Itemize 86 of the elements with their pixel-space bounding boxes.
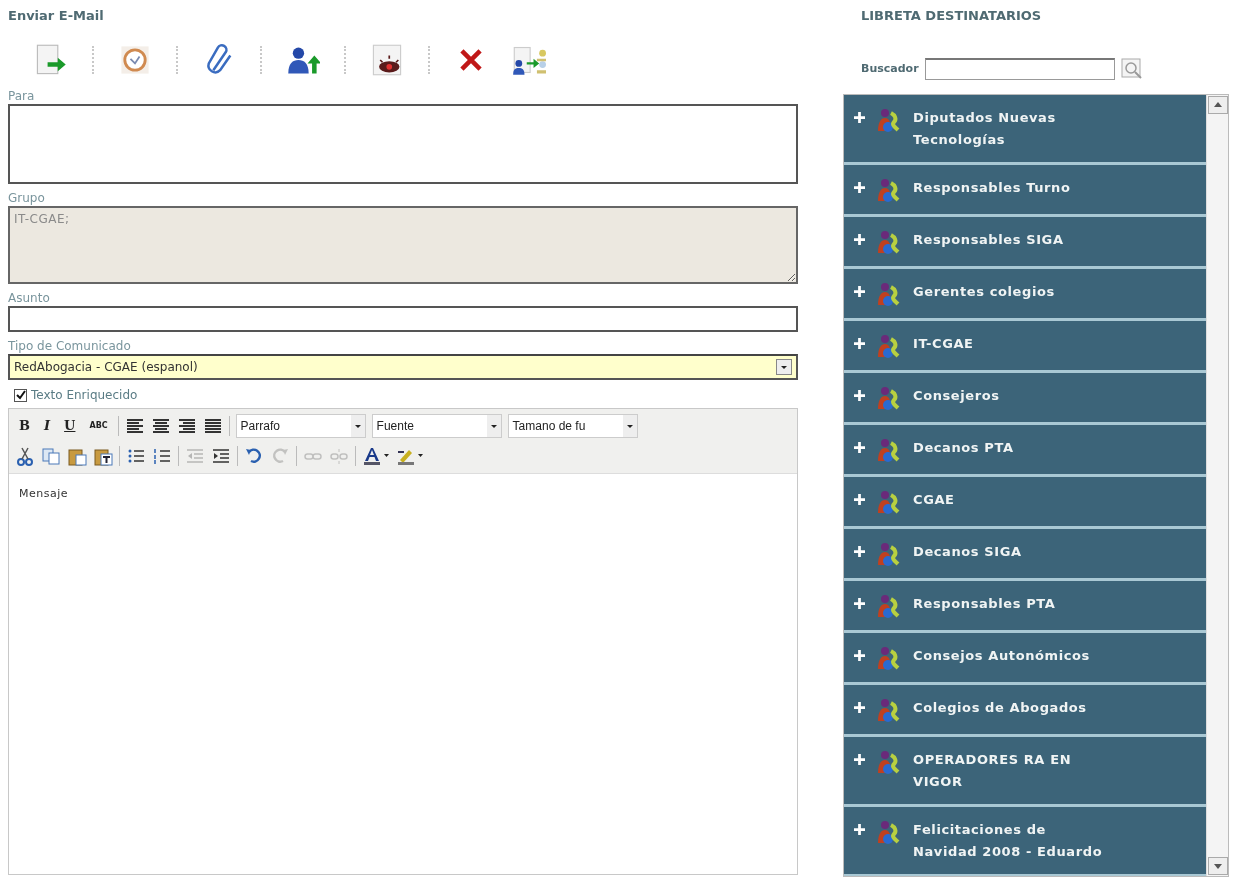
group-item[interactable]: Felicitaciones de Navidad 2008 - Eduardo [844, 807, 1206, 876]
align-left-icon[interactable] [124, 416, 145, 436]
expand-icon[interactable] [854, 390, 865, 401]
clipboard-icon[interactable] [67, 446, 87, 466]
copy-icon[interactable] [41, 446, 61, 466]
clipboard-text-icon[interactable] [93, 446, 113, 466]
caret-icon[interactable] [625, 422, 634, 430]
message-text[interactable]: Mensaje [19, 487, 69, 500]
group-item[interactable]: Responsables SIGA [844, 217, 1206, 269]
strikethrough-button[interactable]: ABC [85, 420, 112, 432]
bold-button[interactable]: B [15, 416, 34, 436]
group-item[interactable]: CGAE [844, 477, 1206, 529]
undo-icon[interactable] [244, 446, 264, 466]
expand-icon[interactable] [854, 112, 865, 123]
italic-button[interactable]: I [40, 416, 55, 436]
align-right-icon[interactable] [176, 416, 197, 436]
expand-icon[interactable] [854, 824, 865, 835]
people-icon [875, 541, 901, 567]
page-arrow-icon[interactable] [34, 43, 68, 77]
scissors-icon[interactable] [15, 446, 35, 466]
subject-field[interactable] [8, 306, 798, 332]
people-icon [875, 489, 901, 515]
to-field[interactable] [8, 104, 798, 184]
people-icon [875, 107, 901, 133]
people-icon [875, 333, 901, 359]
scroll-down-icon[interactable] [1208, 857, 1228, 875]
field-label: Para [8, 88, 36, 104]
expand-icon[interactable] [854, 546, 865, 557]
paragraph-dropdown[interactable]: Parrafo [235, 414, 366, 438]
expand-icon[interactable] [854, 442, 865, 453]
people-icon [875, 645, 901, 671]
expand-icon[interactable] [854, 754, 865, 765]
field-label: Tipo de Comunicado [8, 338, 132, 354]
search-label: Buscador [861, 60, 919, 77]
group-item[interactable]: Diputados Nuevas Tecnologías [844, 95, 1206, 165]
people-icon [875, 819, 901, 845]
expand-icon[interactable] [854, 338, 865, 349]
panel-title: LIBRETA DESTINATARIOS [861, 7, 1043, 25]
expand-icon[interactable] [854, 234, 865, 245]
search-field[interactable] [924, 58, 1115, 80]
people-icon [875, 593, 901, 619]
caret-icon[interactable] [353, 422, 362, 430]
clock-icon[interactable] [118, 43, 152, 77]
group-item[interactable]: Responsables PTA [844, 581, 1206, 633]
text-color-icon[interactable] [362, 446, 390, 466]
type-select[interactable]: RedAbogacia - CGAE (espanol) [8, 354, 798, 380]
field-label: Grupo [8, 190, 46, 206]
group-item[interactable]: Decanos PTA [844, 425, 1206, 477]
indent-icon[interactable] [211, 446, 231, 466]
people-icon [875, 749, 901, 775]
numbered-list-icon[interactable] [152, 446, 172, 466]
group-item[interactable]: OPERADORES RA EN VIGOR [844, 737, 1206, 807]
people-icon [875, 177, 901, 203]
align-justify-icon[interactable] [202, 416, 223, 436]
eye-icon[interactable] [370, 43, 404, 77]
expand-icon[interactable] [854, 650, 865, 661]
group-item[interactable]: Decanos SIGA [844, 529, 1206, 581]
group-item[interactable]: Colegios de Abogados [844, 685, 1206, 737]
field-label: Asunto [8, 290, 51, 306]
group-item[interactable]: Responsables Turno [844, 165, 1206, 217]
expand-icon[interactable] [854, 494, 865, 505]
group-item[interactable]: Consejos Autonómicos [844, 633, 1206, 685]
people-icon [875, 697, 901, 723]
expand-icon[interactable] [854, 702, 865, 713]
page-title: Enviar E-Mail [8, 7, 105, 25]
underline-button[interactable]: U [60, 416, 80, 436]
scroll-up-icon[interactable] [1208, 96, 1228, 114]
scrollbar[interactable] [1206, 95, 1228, 876]
expand-icon[interactable] [854, 598, 865, 609]
group-item[interactable]: Consejeros [844, 373, 1206, 425]
expand-icon[interactable] [854, 182, 865, 193]
caret-icon[interactable] [489, 422, 498, 430]
font-dropdown[interactable]: Fuente [371, 414, 502, 438]
checkbox-label: Texto Enriquecido [31, 387, 138, 404]
align-center-icon[interactable] [150, 416, 171, 436]
people-icon [875, 437, 901, 463]
group-item[interactable]: Gerentes colegios [844, 269, 1206, 321]
search-icon[interactable] [1120, 58, 1143, 80]
expand-icon[interactable] [854, 286, 865, 297]
people-icon [875, 281, 901, 307]
group-item[interactable]: IT-CGAE [844, 321, 1206, 373]
font-size-dropdown[interactable]: Tamano de fu [507, 414, 638, 438]
group-field[interactable]: IT-CGAE; [8, 206, 798, 284]
people-icon [875, 385, 901, 411]
checkbox[interactable] [14, 388, 27, 402]
people-icon [875, 229, 901, 255]
